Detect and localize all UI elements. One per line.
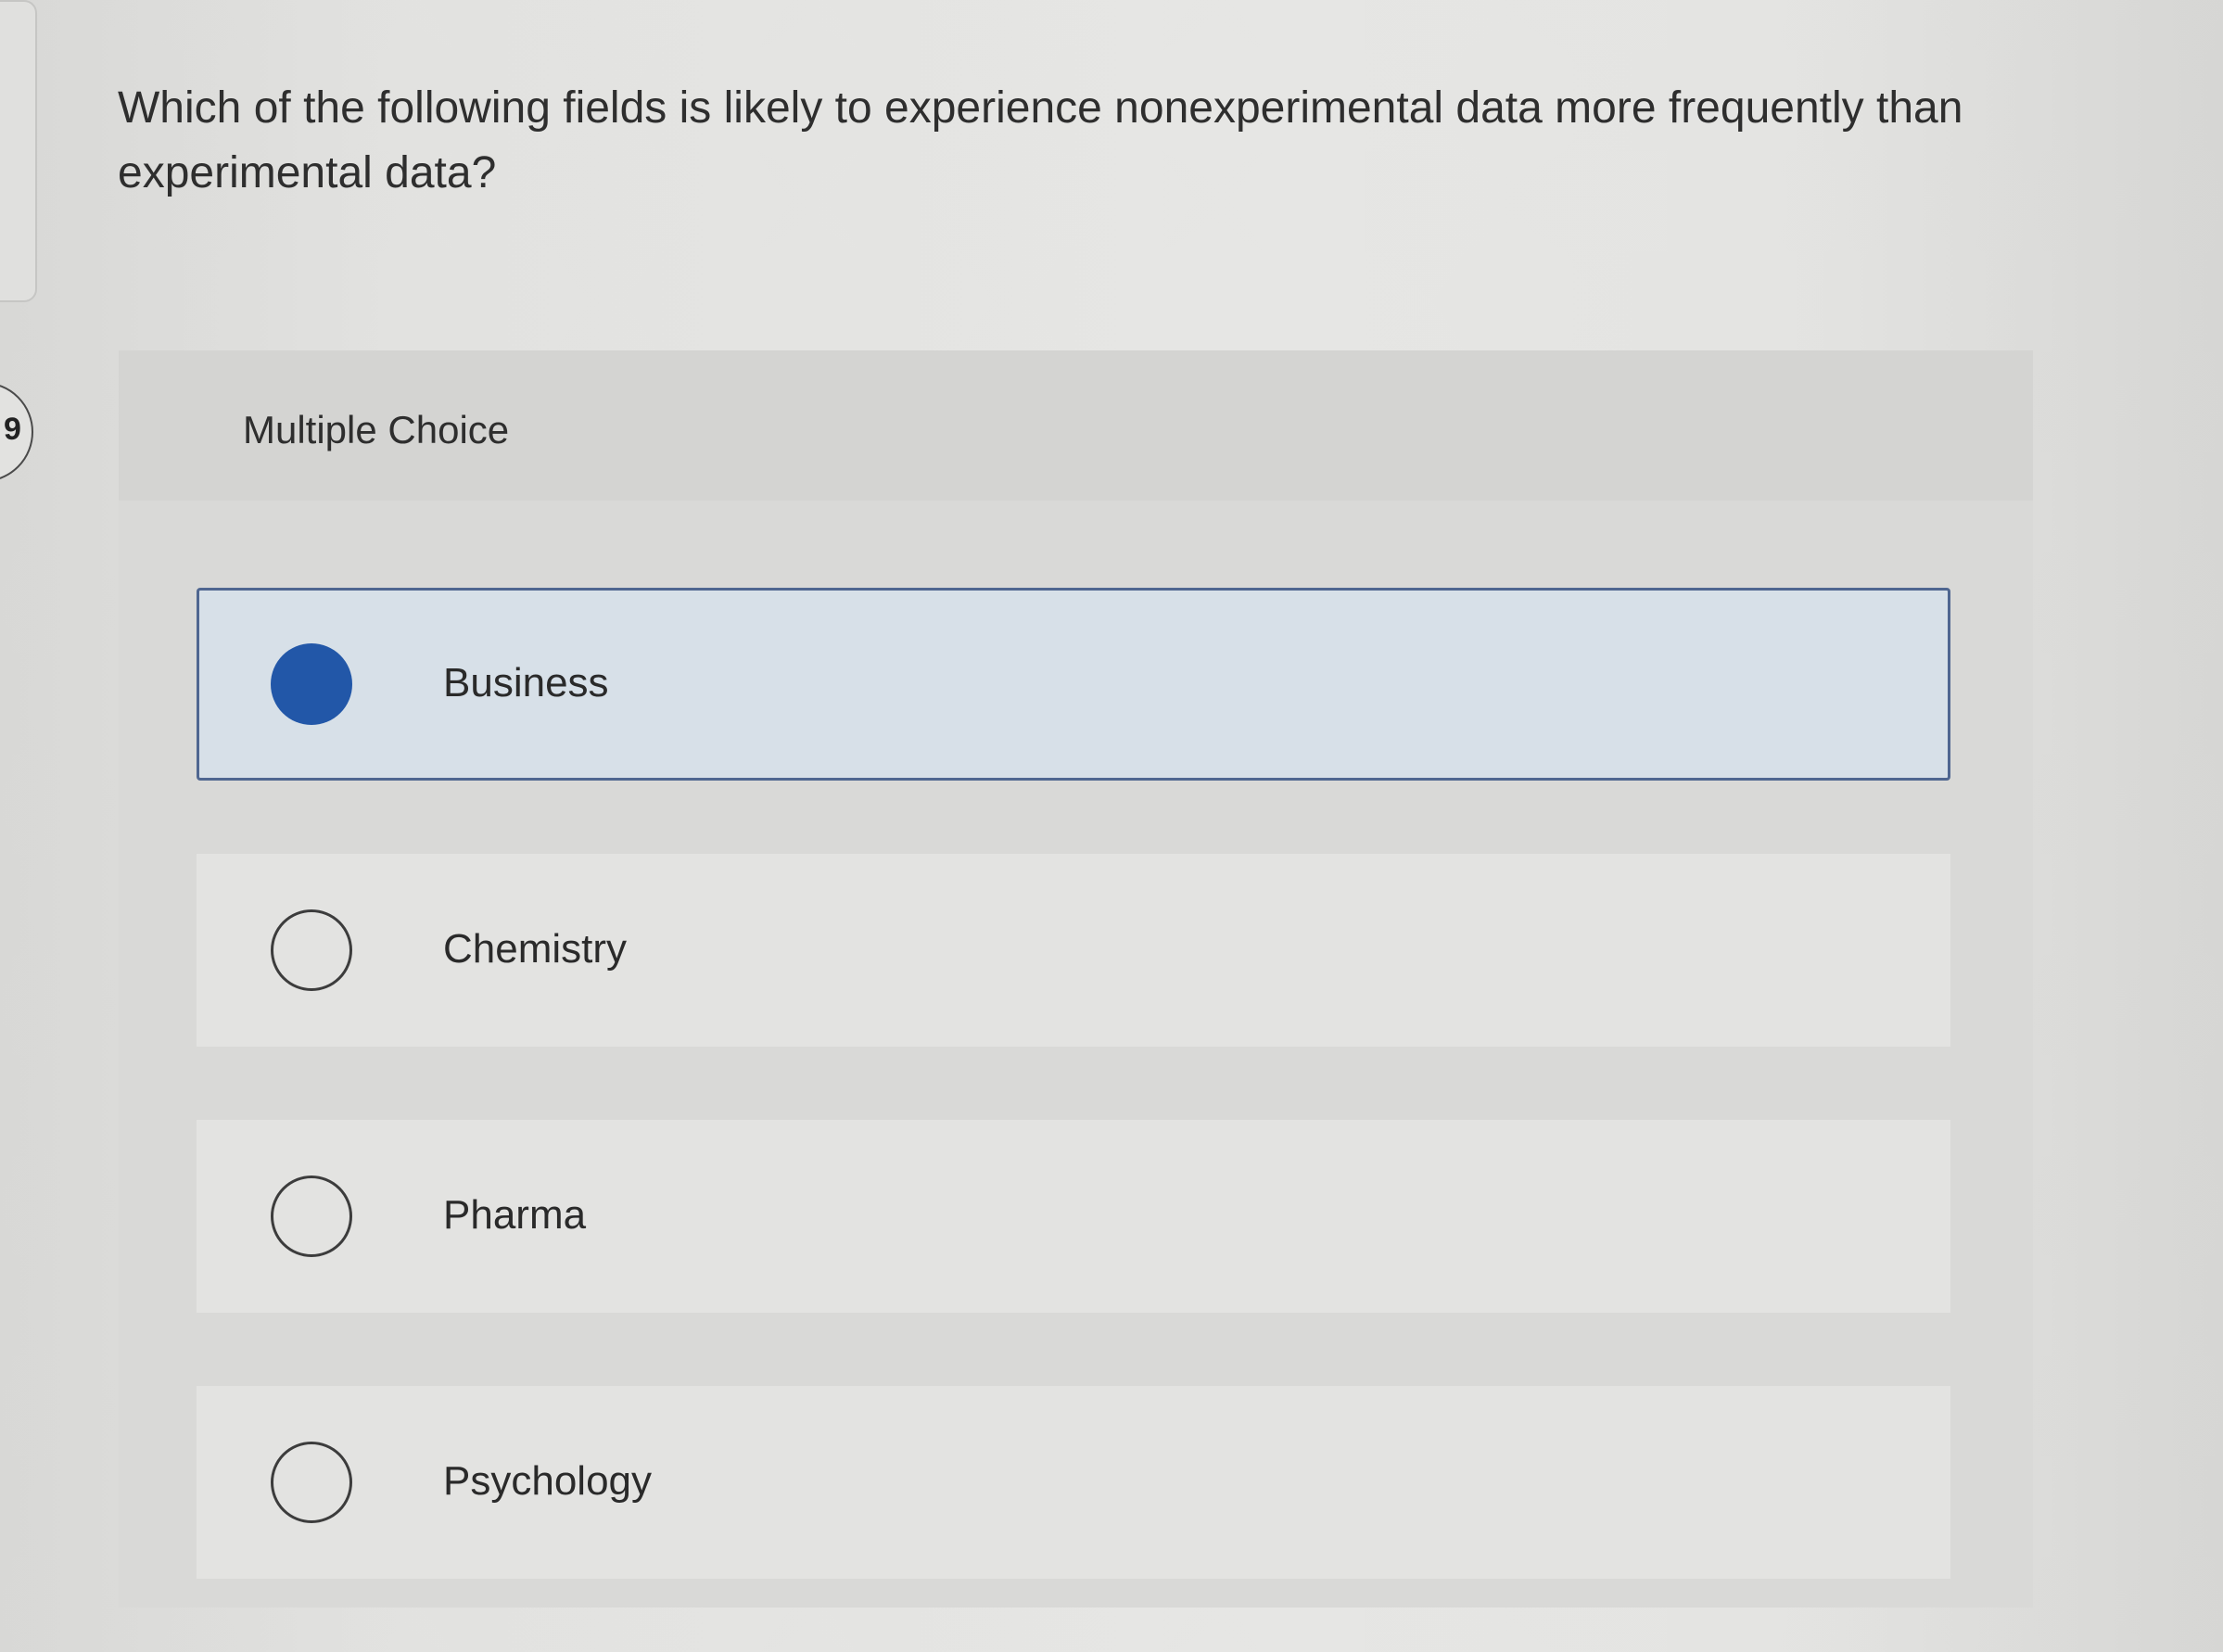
choice-header: Multiple Choice xyxy=(119,350,2033,501)
radio-empty-icon[interactable] xyxy=(271,1442,352,1523)
option-label: Chemistry xyxy=(443,926,628,972)
radio-empty-icon[interactable] xyxy=(271,909,352,991)
option-chemistry[interactable]: Chemistry xyxy=(197,854,1950,1047)
side-panel-edge xyxy=(0,0,37,302)
question-text: Which of the following fields is likely … xyxy=(118,83,1963,197)
option-business[interactable]: Business xyxy=(197,588,1950,781)
question-number-badge[interactable]: 9 xyxy=(0,382,33,482)
option-label: Business xyxy=(443,660,609,705)
question-number: 9 xyxy=(4,412,21,447)
answer-options: Business Chemistry Pharma Psychology xyxy=(197,588,1950,1652)
radio-filled-icon[interactable] xyxy=(271,643,352,725)
radio-empty-icon[interactable] xyxy=(271,1175,352,1257)
option-label: Pharma xyxy=(443,1192,587,1238)
option-label: Psychology xyxy=(443,1458,653,1504)
choice-type-label: Multiple Choice xyxy=(243,408,510,451)
option-psychology[interactable]: Psychology xyxy=(197,1386,1950,1579)
multiple-choice-block: Multiple Choice Business Chemistry Pharm… xyxy=(119,350,2033,1608)
option-pharma[interactable]: Pharma xyxy=(197,1120,1950,1313)
